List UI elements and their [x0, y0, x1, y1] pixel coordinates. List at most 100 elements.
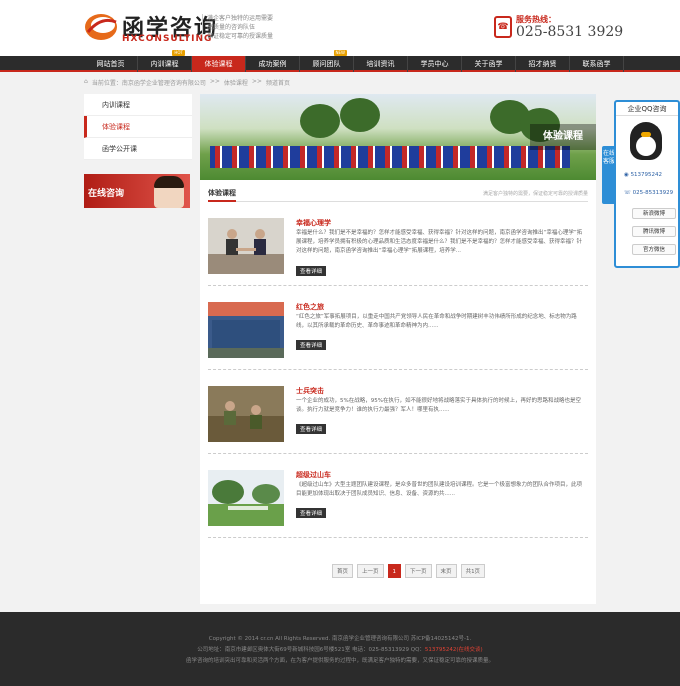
nav-label: 招才纳贤 — [528, 60, 557, 68]
nav-item-internal-training[interactable]: 内训课程 HOT — [138, 50, 192, 72]
article-title[interactable]: 幸福心理学 — [296, 218, 331, 228]
breadcrumb-home[interactable]: 当前位置：南京函学企业管理咨询有限公司 — [92, 78, 206, 87]
qq-number-row[interactable]: ◉ 513795242 — [624, 172, 662, 178]
new-badge: NEW — [333, 50, 347, 56]
pager-total: 共1页 — [460, 564, 486, 578]
article-thumbnail[interactable] — [208, 386, 284, 442]
nav-label: 顾问团队 — [312, 60, 341, 68]
list-item: 幸福心理学 幸福是什么？我们是不是幸福的？怎样才能感受幸福、获得幸福？针对这样的… — [208, 218, 588, 286]
nav-label: 体验课程 — [204, 60, 233, 68]
pager-last[interactable]: 末页 — [435, 564, 457, 578]
slogan-line: 保证稳定可靠的授课质量 — [207, 33, 274, 40]
nav-item-student-center[interactable]: 学员中心 — [408, 56, 462, 72]
logo-swoosh-icon — [85, 14, 117, 40]
banner-tree — [340, 98, 380, 132]
channel-banner: 体验课程 — [200, 94, 596, 180]
nav-label: 关于函学 — [474, 60, 503, 68]
hotline-number: 025-8531 3929 — [516, 24, 624, 40]
site-header: 函学咨询 HXCONSULTING 满企客户独特的运用需要 高质量的咨询队伍 保… — [0, 0, 680, 56]
slogan-line: 高质量的咨询队伍 — [207, 24, 256, 31]
qq-number: 513795242 — [630, 172, 663, 178]
online-consult-banner[interactable]: 在线咨询 — [84, 174, 190, 208]
logo-english-name: HXCONSULTING — [122, 34, 213, 44]
nav-item-contact[interactable]: 联系函学 — [570, 56, 624, 72]
nav-item-consultants[interactable]: 顾问团队 NEW — [300, 50, 354, 72]
breadcrumb: ⌂ 当前位置：南京函学企业管理咨询有限公司 >> 体验课程 >> 频道首页 — [84, 78, 604, 87]
nav-label: 学员中心 — [420, 60, 449, 68]
footer-description: 函学咨询的培训突出可靠和灵活两个方面，在为客户提供服务的过程中，既满足客户独特的… — [185, 658, 494, 664]
list-item: 红色之旅 “红色之旅”军事拓展项目，以重走中国共产党领导人民在革命和战争时期建树… — [208, 302, 588, 370]
home-icon: ⌂ — [84, 78, 88, 85]
breadcrumb-separator: >> — [209, 78, 220, 85]
article-title[interactable]: 士兵突击 — [296, 386, 324, 396]
nav-item-home[interactable]: 网站首页 — [84, 56, 138, 72]
banner-crowd-photo — [210, 146, 570, 168]
slogan-line: 满企客户独特的运用需要 — [207, 15, 274, 22]
article-title[interactable]: 超级过山车 — [296, 470, 331, 480]
hot-badge: HOT — [172, 50, 185, 56]
nav-item-news[interactable]: 培训资讯 — [354, 56, 408, 72]
breadcrumb-separator: >> — [251, 78, 262, 85]
view-details-button[interactable]: 查看详细 — [296, 266, 327, 276]
penguin-belly — [636, 136, 656, 156]
nav-label: 网站首页 — [96, 60, 125, 68]
footer-address: 公司地址：南京市建邺区奥体大街69号新城科技园6号楼521室 电话：025-85… — [0, 645, 680, 653]
footer-copyright: Copyright © 2014 cr.cn All Rights Reserv… — [208, 636, 472, 642]
main-nav: 网站首页 内训课程 HOT 体验课程 成功案例 顾问团队 NEW 培训资讯 学员中心… — [0, 50, 680, 72]
phone-row: ☏ 025-85313929 — [624, 190, 673, 196]
article-description: 《超级过山车》大型主题团队建设课程，是众多普世的团队建设培训课程。它是一个极富想… — [296, 482, 583, 497]
sidebar-item-experience-courses[interactable]: 体验课程 — [84, 116, 192, 138]
qq-panel-title: 企业QQ咨询 — [616, 102, 678, 116]
official-wechat-button[interactable]: 官方微信 — [632, 244, 676, 255]
breadcrumb-level2[interactable]: 频道首页 — [266, 78, 290, 87]
nav-item-experience-courses[interactable]: 体验课程 — [192, 56, 246, 72]
pager-current-page[interactable]: 1 — [387, 564, 402, 578]
view-details-button[interactable]: 查看详细 — [296, 508, 327, 518]
pager-first[interactable]: 首页 — [332, 564, 354, 578]
phone-icon: ☏ — [624, 190, 633, 196]
site-footer: Copyright © 2014 cr.cn All Rights Reserv… — [0, 612, 680, 686]
qq-phone: 025-85313929 — [632, 190, 674, 196]
breadcrumb-level1[interactable]: 体验课程 — [224, 78, 248, 87]
view-details-button[interactable]: 查看详细 — [296, 340, 327, 350]
view-details-button[interactable]: 查看详细 — [296, 424, 327, 434]
nav-label: 成功案例 — [258, 60, 287, 68]
article-thumbnail[interactable] — [208, 218, 284, 274]
main-content: 体验课程 体验课程 满足客户独特的需要，保证稳定可靠的授课质量 幸福心理学 幸福… — [200, 94, 596, 604]
nav-label: 联系函学 — [582, 60, 611, 68]
nav-item-careers[interactable]: 招才纳贤 — [516, 56, 570, 72]
pager-prev[interactable]: 上一页 — [357, 564, 384, 578]
section-header: 体验课程 满足客户独特的需要，保证稳定可靠的授课质量 — [208, 188, 588, 202]
footer-qq-link[interactable]: 513795242(在线交谈) — [425, 647, 483, 653]
consultant-hair — [154, 176, 184, 188]
article-title[interactable]: 红色之旅 — [296, 302, 324, 312]
banner-title: 体验课程 — [530, 124, 596, 150]
nav-item-success-cases[interactable]: 成功案例 — [246, 56, 300, 72]
banner-tree — [300, 104, 340, 138]
article-thumbnail[interactable] — [208, 470, 284, 526]
pagination: 首页 上一页 1 下一页 末页 共1页 — [332, 564, 486, 578]
online-consult-label: 在线咨询 — [88, 189, 125, 199]
pager-next[interactable]: 下一页 — [405, 564, 432, 578]
article-description: 幸福是什么？我们是不是幸福的？怎样才能感受幸福、获得幸福？针对这样的问题，南京函… — [296, 230, 583, 254]
section-title: 体验课程 — [208, 188, 236, 202]
nav-item-about[interactable]: 关于函学 — [462, 56, 516, 72]
sidebar-item-internal-training[interactable]: 内训课程 — [84, 94, 192, 116]
hotline: ☎ 服务热线： 025-8531 3929 — [494, 14, 623, 44]
header-slogan: 满企客户独特的运用需要 高质量的咨询队伍 保证稳定可靠的授课质量 — [202, 14, 282, 41]
sina-weibo-button[interactable]: 新浪微博 — [632, 208, 676, 219]
nav-label: 内训课程 — [150, 60, 179, 68]
article-thumbnail[interactable] — [208, 302, 284, 358]
sidebar: 内训课程 体验课程 函学公开课 — [84, 94, 192, 160]
nav-label: 培训资讯 — [366, 60, 395, 68]
qq-consult-panel: 企业QQ咨询 ◉ 513795242 ☏ 025-85313929 新浪微博 腾… — [614, 100, 680, 268]
article-description: “红色之旅”军事拓展项目，以重走中国共产党领导人民在革命和战争时期建树丰功伟绩所… — [296, 314, 577, 329]
sidebar-item-public-courses[interactable]: 函学公开课 — [84, 138, 192, 160]
footer-address-text: 公司地址：南京市建邺区奥体大街69号新城科技园6号楼521室 电话：025-85… — [197, 647, 425, 653]
tencent-weibo-button[interactable]: 腾讯微博 — [632, 226, 676, 237]
article-description: 一个企业的成功，5%在战略，95%在执行，如不能很好地将战略落实于具体执行的时候… — [296, 398, 581, 413]
penguin-beak — [641, 132, 651, 137]
phone-icon: ☎ — [494, 16, 512, 38]
qq-penguin-icon[interactable] — [630, 122, 662, 160]
list-item: 超级过山车 《超级过山车》大型主题团队建设课程，是众多普世的团队建设培训课程。它… — [208, 470, 588, 538]
